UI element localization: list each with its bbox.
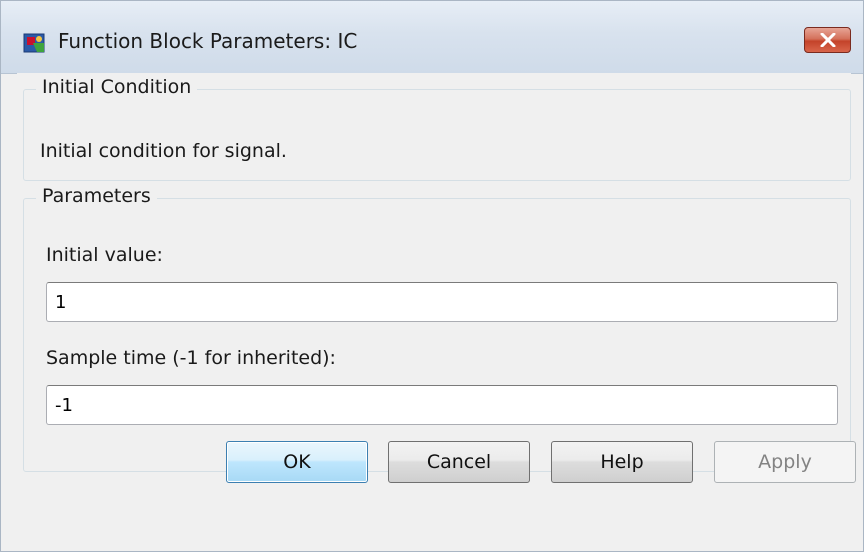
cancel-button[interactable]: Cancel <box>388 441 530 483</box>
initial-value-label: Initial value: <box>46 244 163 266</box>
title-bar[interactable]: Function Block Parameters: IC <box>1 1 863 74</box>
window-title: Function Block Parameters: IC <box>58 29 358 53</box>
parameters-group-title: Parameters <box>36 185 157 207</box>
close-button[interactable] <box>804 27 851 53</box>
sample-time-input[interactable] <box>46 385 838 425</box>
close-icon <box>820 33 836 47</box>
block-description: Initial condition for signal. <box>40 140 287 162</box>
apply-button[interactable]: Apply <box>714 441 856 483</box>
dialog-window: Function Block Parameters: IC Initial Co… <box>0 0 864 552</box>
sample-time-label: Sample time (-1 for inherited): <box>46 347 336 369</box>
initial-condition-group-title: Initial Condition <box>36 76 198 98</box>
help-button[interactable]: Help <box>551 441 693 483</box>
ok-button[interactable]: OK <box>226 441 368 483</box>
parameters-group: Parameters Initial value: Sample time (-… <box>23 185 851 472</box>
initial-value-input[interactable] <box>46 282 838 322</box>
simulink-block-icon <box>23 31 47 55</box>
initial-condition-group: Initial Condition Initial condition for … <box>23 76 851 181</box>
